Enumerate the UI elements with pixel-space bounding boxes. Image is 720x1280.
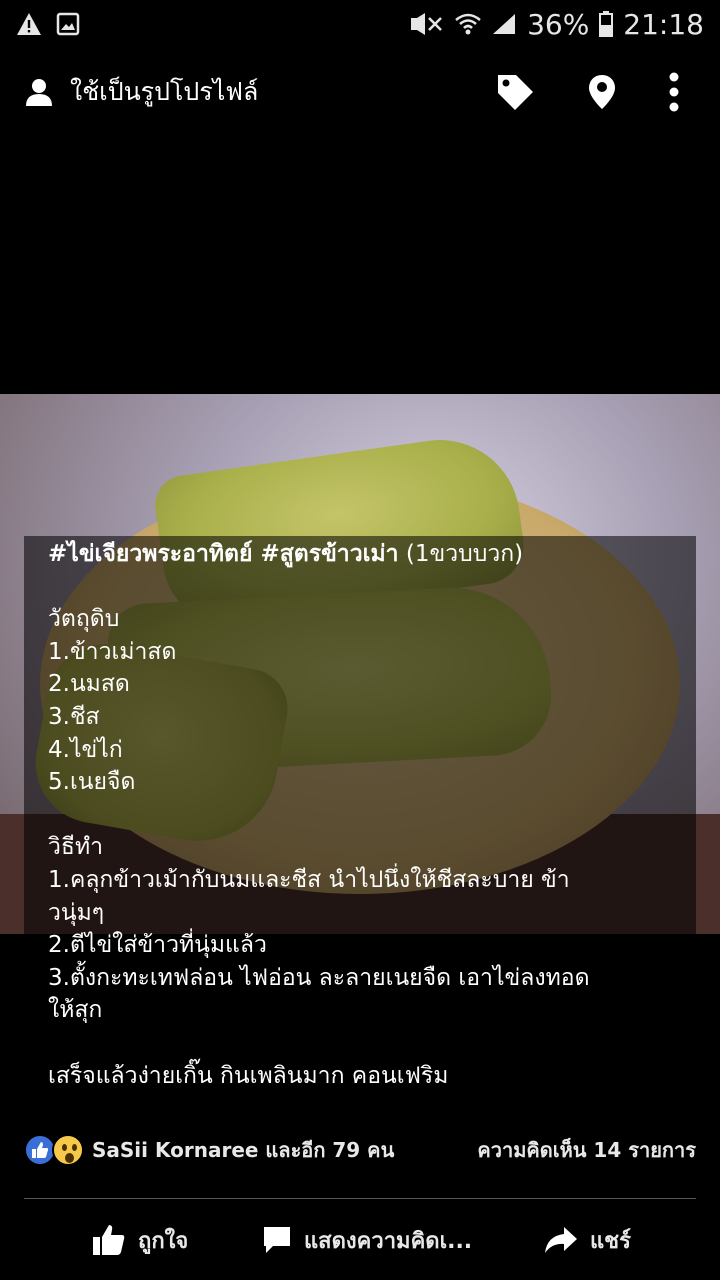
comment-bubble-icon [262,1225,292,1255]
comment-button[interactable]: แสดงความคิดเ... [262,1223,472,1258]
warning-icon [16,12,42,36]
share-arrow-icon [544,1226,578,1254]
caption-line: 2.นมสด [48,671,130,698]
caption-line: เสร็จแล้วง่ายเกิ๊น กินเพลินมาก คอนเฟริม [48,1062,449,1089]
wifi-icon [455,12,481,36]
share-button[interactable]: แชร์ [544,1223,631,1258]
use-as-profile-label: ใช้เป็นรูปโปรไฟล์ [70,77,259,106]
wow-eye [72,1144,77,1151]
signal-icon [491,12,517,36]
top-actions [494,71,696,113]
caption-line: 3.ชีส [48,703,100,730]
wow-mouth [65,1153,74,1163]
clock: 21:18 [623,7,704,41]
mute-icon [409,12,445,36]
caption-hashtags[interactable]: #ไข่เจียวพระอาทิตย์ #สูตรข้าวเม่า [48,541,399,567]
status-bar: 36% 21:18 [0,0,720,48]
caption-line-0: #ไข่เจียวพระอาทิตย์ #สูตรข้าวเม่า (1ขวบบ… [48,538,688,571]
wow-reaction-icon [52,1134,84,1166]
comment-label: แสดงความคิดเ... [304,1228,473,1254]
like-button[interactable]: ถูกใจ [92,1223,188,1258]
caption-line: วนุ่มๆ [48,899,105,926]
status-left [16,12,80,36]
status-right: 36% 21:18 [409,8,704,41]
caption-line: 1.ข้าวเม่าสด [48,638,177,665]
like-label: ถูกใจ [138,1228,189,1254]
comment-count[interactable]: ความคิดเห็น 14 รายการ [477,1134,696,1166]
battery-percent: 36% [527,7,590,41]
person-icon [24,77,54,107]
caption-tags-suffix: (1ขวบบวก) [398,541,524,567]
more-vert-icon[interactable] [668,71,680,113]
reaction-icons[interactable] [24,1134,84,1166]
post-actions: ถูกใจ แสดงความคิดเ... แชร์ [0,1212,720,1268]
share-label: แชร์ [590,1228,631,1254]
caption-line [48,571,688,604]
thumbs-up-icon [92,1224,126,1256]
caption-line: วิธีทำ [48,834,104,861]
divider [24,1198,696,1199]
reactors-summary[interactable]: SaSii Kornaree และอีก 79 คน [92,1134,394,1166]
image-icon [56,12,80,36]
use-as-profile-picture-button[interactable]: ใช้เป็นรูปโปรไฟล์ [24,72,258,112]
caption-line: วัตถุดิบ [48,606,120,633]
caption-line: 2.ตีไข่ใส่ข้าวที่นุ่มแล้ว [48,932,267,959]
wow-eye [62,1144,67,1151]
caption-line: 3.ตั้งกะทะเทฟล่อน ไฟอ่อน ละลายเนยจืด เอา… [48,964,590,991]
caption-line [48,799,688,832]
post-caption: #ไข่เจียวพระอาทิตย์ #สูตรข้าวเม่า (1ขวบบ… [48,538,688,1092]
tag-icon[interactable] [494,71,536,113]
photo-top-bar: ใช้เป็นรูปโปรไฟล์ [0,60,720,124]
location-pin-icon[interactable] [588,74,616,110]
caption-line: 1.คลุกข้าวเม้ากับนมและชีส นำไปนึ่งให้ชีส… [48,866,570,893]
caption-line: 5.เนยจืด [48,769,136,796]
caption-line: ให้สุก [48,997,103,1024]
caption-line: 4.ไข่ไก่ [48,736,123,763]
reactions-row: SaSii Kornaree และอีก 79 คน ความคิดเห็น … [24,1130,696,1170]
caption-line [48,1027,688,1060]
battery-icon [599,11,614,37]
